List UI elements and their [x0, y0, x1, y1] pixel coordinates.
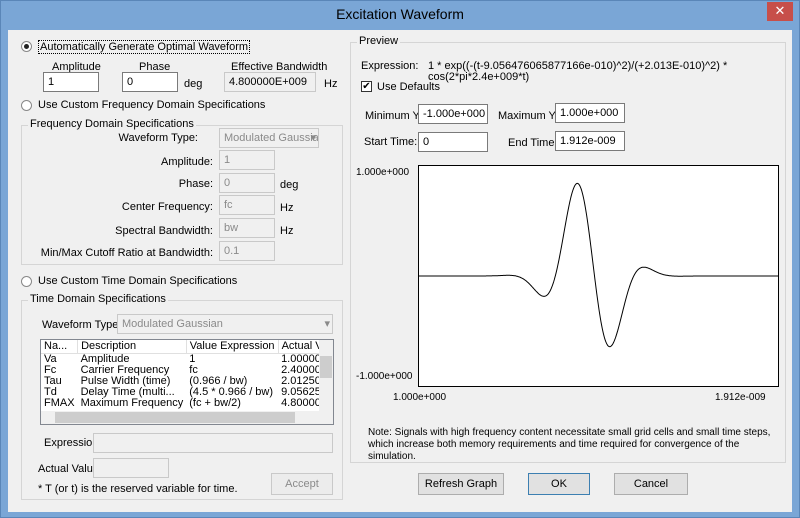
dialog-window: Excitation Waveform ✕ Automatically Gene… [0, 0, 800, 518]
table-cell: Maximum Frequency [80, 396, 184, 409]
close-button[interactable]: ✕ [767, 2, 793, 21]
table-cell: Va [44, 352, 57, 365]
table-row[interactable]: Tau Pulse Width (time) (0.966 / bw) 2.01250… [41, 374, 333, 387]
start-time-label: Start Time: [364, 136, 418, 148]
x-end-tick-label: 1.912e-009 [715, 392, 766, 403]
preview-expr-label: Expression: [361, 60, 419, 72]
freq-radio[interactable] [21, 100, 32, 111]
table-cell: (fc + bw/2) [189, 396, 241, 409]
deg-unit: deg [184, 78, 203, 90]
end-time-input[interactable]: 1.912e-009 [555, 131, 625, 151]
auto-label[interactable]: Automatically Generate Optimal Waveform [38, 40, 251, 54]
waveform-plot [418, 165, 779, 387]
parameter-table[interactable]: Na... Description Value Expression Actua… [40, 339, 334, 425]
start-time-input[interactable]: 0 [418, 132, 488, 152]
column-header[interactable]: Na... [41, 340, 79, 353]
table-cell: 1 [189, 352, 196, 365]
sb-hz-unit: Hz [280, 225, 294, 237]
auto-radio[interactable] [21, 41, 32, 52]
actual-value-field [93, 458, 169, 478]
amplitude-input[interactable]: 1 [43, 72, 99, 92]
min-y-label: Minimum Y: [365, 110, 423, 122]
freq-radio-label[interactable]: Use Custom Frequency Domain Specificatio… [38, 99, 265, 111]
table-cell: FMAX [44, 396, 75, 409]
freq-type-value: Modulated Gaussian [224, 132, 319, 144]
table-row[interactable]: FMAX Maximum Frequency (fc + bw/2) 4.800000… [41, 396, 333, 409]
y-max-tick-label: 1.000e+000 [356, 167, 410, 178]
time-type-label: Waveform Type: [42, 319, 122, 331]
time-type-select[interactable]: Modulated Gaussian ▾ [117, 314, 333, 334]
freq-amp-label: Amplitude: [161, 156, 213, 168]
horizontal-scrollbar[interactable] [41, 411, 333, 424]
end-time-label: End Time: [508, 137, 558, 149]
time-group-title: Time Domain Specifications [28, 293, 168, 305]
freq-phase-input[interactable]: 0 [219, 173, 275, 193]
bandwidth-value: 4.800000E+009 [224, 72, 316, 92]
max-y-label: Maximum Y: [498, 110, 559, 122]
table-cell: Delay Time (multi... [80, 385, 175, 398]
freq-amp-input[interactable]: 1 [219, 150, 275, 170]
max-y-input[interactable]: 1.000e+000 [555, 103, 625, 123]
table-cell: Fc [44, 363, 57, 376]
time-expr-input[interactable] [93, 433, 333, 453]
table-cell: (4.5 * 0.966 / bw) [189, 385, 274, 398]
table-cell: Amplitude [80, 352, 130, 365]
table-row[interactable]: Fc Carrier Frequency fc 2.400000e.. [41, 363, 333, 376]
freq-group-title: Frequency Domain Specifications [28, 118, 196, 130]
freq-deg-unit: deg [280, 179, 299, 191]
window-title: Excitation Waveform [336, 6, 464, 22]
cutoff-label: Min/Max Cutoff Ratio at Bandwidth: [40, 247, 213, 259]
phase-input[interactable]: 0 [122, 72, 178, 92]
preview-expr-line2: cos(2*pi*2.4e+009*t) [428, 71, 530, 83]
accept-button[interactable]: Accept [271, 473, 333, 495]
center-freq-label: Center Frequency: [121, 201, 213, 213]
spectral-bw-label: Spectral Bandwidth: [115, 225, 213, 237]
refresh-graph-button[interactable]: Refresh Graph [418, 473, 504, 495]
vertical-scrollbar[interactable] [319, 340, 333, 412]
column-header[interactable]: Value Expression [186, 340, 279, 353]
center-freq-input[interactable]: fc [219, 195, 275, 215]
reserved-variable-note: * T (or t) is the reserved variable for … [38, 483, 238, 495]
chevron-down-icon: ▾ [310, 132, 316, 144]
preview-group-title: Preview [357, 35, 401, 47]
time-type-value: Modulated Gaussian [122, 318, 223, 330]
title-bar: Excitation Waveform [1, 1, 799, 30]
table-cell: (0.966 / bw) [189, 374, 248, 387]
table-cell: Td [44, 385, 57, 398]
cutoff-input[interactable]: 0.1 [219, 241, 275, 261]
x-start-tick-label: 1.000e+000 [393, 392, 447, 403]
freq-type-label: Waveform Type: [118, 132, 198, 144]
y-min-tick-label: -1.000e+000 [356, 371, 413, 382]
cf-hz-unit: Hz [280, 202, 294, 214]
freq-phase-label: Phase: [178, 178, 213, 190]
cancel-button[interactable]: Cancel [614, 473, 688, 495]
table-cell: fc [189, 363, 198, 376]
time-radio-label[interactable]: Use Custom Time Domain Specifications [38, 275, 237, 287]
table-cell: Pulse Width (time) [80, 374, 171, 387]
table-row[interactable]: Td Delay Time (multi... (4.5 * 0.966 / bw)… [41, 385, 333, 398]
hz-unit: Hz [324, 78, 338, 90]
freq-type-select[interactable]: Modulated Gaussian ▾ [219, 128, 319, 148]
column-header[interactable]: Description [77, 340, 187, 353]
spectral-bw-input[interactable]: bw [219, 218, 275, 238]
table-row[interactable]: Va Amplitude 1 1.000000e.. [41, 352, 333, 365]
dialog-body: Automatically Generate Optimal Waveform … [8, 30, 792, 512]
ok-button[interactable]: OK [528, 473, 590, 495]
min-y-input[interactable]: -1.000e+000 [418, 104, 488, 124]
table-cell: Tau [44, 374, 62, 387]
preview-note: Note: Signals with high frequency conten… [368, 427, 771, 462]
chevron-down-icon: ▾ [324, 318, 330, 330]
table-cell: Carrier Frequency [80, 363, 170, 376]
time-radio[interactable] [21, 276, 32, 287]
use-defaults-checkbox[interactable]: ✔ [361, 81, 372, 92]
use-defaults-label[interactable]: Use Defaults [377, 81, 440, 93]
